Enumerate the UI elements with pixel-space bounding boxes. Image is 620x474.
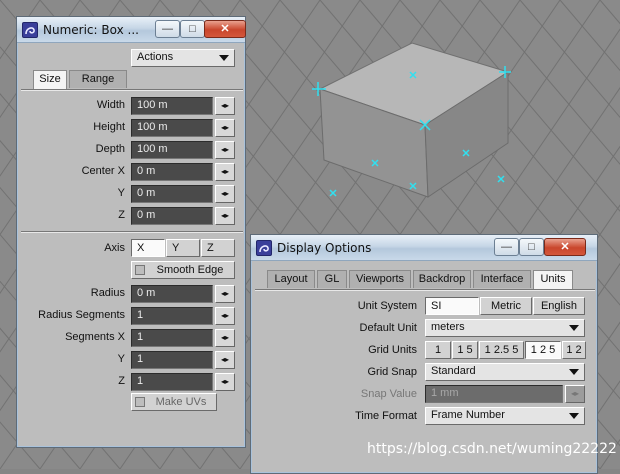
radius-label: Radius [90,287,125,299]
close-button[interactable]: ✕ [204,20,246,38]
actions-label: Actions [137,51,174,63]
radius-spinner[interactable]: ◂▸ [215,285,235,303]
width-spinner[interactable]: ◂▸ [215,97,235,115]
grid-units-1-2.5-5-button[interactable]: 1 2.5 5 [479,341,524,359]
grid-units-1-2-button[interactable]: 1 2 [562,341,586,359]
tab-underline [21,89,243,91]
tab-range[interactable]: Range [69,70,127,88]
lightwave-app-icon [22,22,38,38]
default-unit-label: Default Unit [359,322,417,334]
segments-z-spinner[interactable]: ◂▸ [215,373,235,391]
default-unit-value: meters [431,321,465,333]
grid-snap-dropdown[interactable]: Standard [425,363,585,381]
segments-y-field[interactable]: 1 [131,351,213,369]
smooth-edge-toggle[interactable]: Smooth Edge [131,261,235,279]
depth-field[interactable]: 100 m [131,141,213,159]
grid-units-1-5-button[interactable]: 1 5 [452,341,478,359]
axis-z-button[interactable]: Z [201,239,235,257]
tab-gl[interactable]: GL [317,270,347,288]
segments-x-spinner[interactable]: ◂▸ [215,329,235,347]
close-button[interactable]: ✕ [544,238,586,256]
unit-system-metric-button[interactable]: Metric [480,297,532,315]
axis-label: Axis [104,242,125,254]
center-z-label: Z [118,209,125,221]
display-window-titlebar[interactable]: Display Options — □ ✕ [251,235,597,261]
chevron-down-icon [569,413,579,419]
default-unit-dropdown[interactable]: meters [425,319,585,337]
maximize-button[interactable]: □ [180,20,205,38]
section-divider [21,231,243,233]
center-x-label: Center X [81,165,125,177]
center-z-field[interactable]: 0 m [131,207,213,225]
tab-size[interactable]: Size [33,70,67,89]
grid-units-label: Grid Units [368,344,417,356]
actions-dropdown[interactable]: Actions [131,49,235,67]
radius-segments-field[interactable]: 1 [131,307,213,325]
tab-interface[interactable]: Interface [473,270,531,288]
depth-label: Depth [95,143,125,155]
chevron-down-icon [569,325,579,331]
numeric-box-window: Numeric: Box ... — □ ✕ Actions Size Rang… [16,16,246,448]
watermark-text: https://blog.csdn.net/wuming22222 [367,441,617,457]
display-options-window: Display Options — □ ✕ Layout GL Viewport… [250,234,598,474]
snap-value-spinner: ◂▸ [565,385,585,403]
grid-snap-value: Standard [431,365,476,377]
segments-z-field[interactable]: 1 [131,373,213,391]
time-format-label: Time Format [355,410,417,422]
center-y-label: Y [117,187,125,199]
tab-layout[interactable]: Layout [267,270,315,288]
minimize-button[interactable]: — [494,238,519,256]
make-uvs-label: Make UVs [155,396,207,408]
make-uvs-toggle[interactable]: Make UVs [131,393,217,411]
segments-y-spinner[interactable]: ◂▸ [215,351,235,369]
segments-x-label: Segments X [65,331,125,343]
smooth-edge-checkbox [135,265,145,275]
width-label: Width [96,99,125,111]
time-format-value: Frame Number [431,409,505,421]
radius-field[interactable]: 0 m [131,285,213,303]
grid-units-1-button[interactable]: 1 [425,341,451,359]
radius-segments-spinner[interactable]: ◂▸ [215,307,235,325]
maximize-button[interactable]: □ [519,238,544,256]
center-x-spinner[interactable]: ◂▸ [215,163,235,181]
axis-y-button[interactable]: Y [166,239,200,257]
segments-z-label: Z [118,375,125,387]
center-x-field[interactable]: 0 m [131,163,213,181]
segments-y-label: Y [117,353,125,365]
time-format-dropdown[interactable]: Frame Number [425,407,585,425]
width-field[interactable]: 100 m [131,97,213,115]
height-field[interactable]: 100 m [131,119,213,137]
unit-system-si-button[interactable]: SI [425,297,479,315]
center-z-spinner[interactable]: ◂▸ [215,207,235,225]
minimize-button[interactable]: — [155,20,180,38]
radius-segments-label: Radius Segments [38,309,125,321]
unit-system-english-button[interactable]: English [533,297,585,315]
height-label: Height [93,121,125,133]
grid-units-1-2-5-button[interactable]: 1 2 5 [525,341,561,359]
make-uvs-checkbox [135,397,145,407]
display-window-title: Display Options [277,241,372,255]
chevron-down-icon [219,55,229,61]
snap-value-field: 1 mm [425,385,563,403]
center-y-field[interactable]: 0 m [131,185,213,203]
tab-viewports[interactable]: Viewports [349,270,411,288]
depth-spinner[interactable]: ◂▸ [215,141,235,159]
snap-value-label: Snap Value [360,388,417,400]
grid-snap-label: Grid Snap [367,366,417,378]
smooth-edge-label: Smooth Edge [156,264,224,276]
numeric-window-titlebar[interactable]: Numeric: Box ... — □ ✕ [17,17,246,43]
lightwave-app-icon [256,240,272,256]
chevron-down-icon [569,369,579,375]
tab-backdrop[interactable]: Backdrop [413,270,471,288]
axis-x-button[interactable]: X [131,239,165,257]
height-spinner[interactable]: ◂▸ [215,119,235,137]
center-y-spinner[interactable]: ◂▸ [215,185,235,203]
numeric-window-title: Numeric: Box ... [43,23,139,37]
unit-system-label: Unit System [357,300,417,312]
tab-units[interactable]: Units [533,270,573,289]
tab-underline [255,289,595,291]
segments-x-field[interactable]: 1 [131,329,213,347]
